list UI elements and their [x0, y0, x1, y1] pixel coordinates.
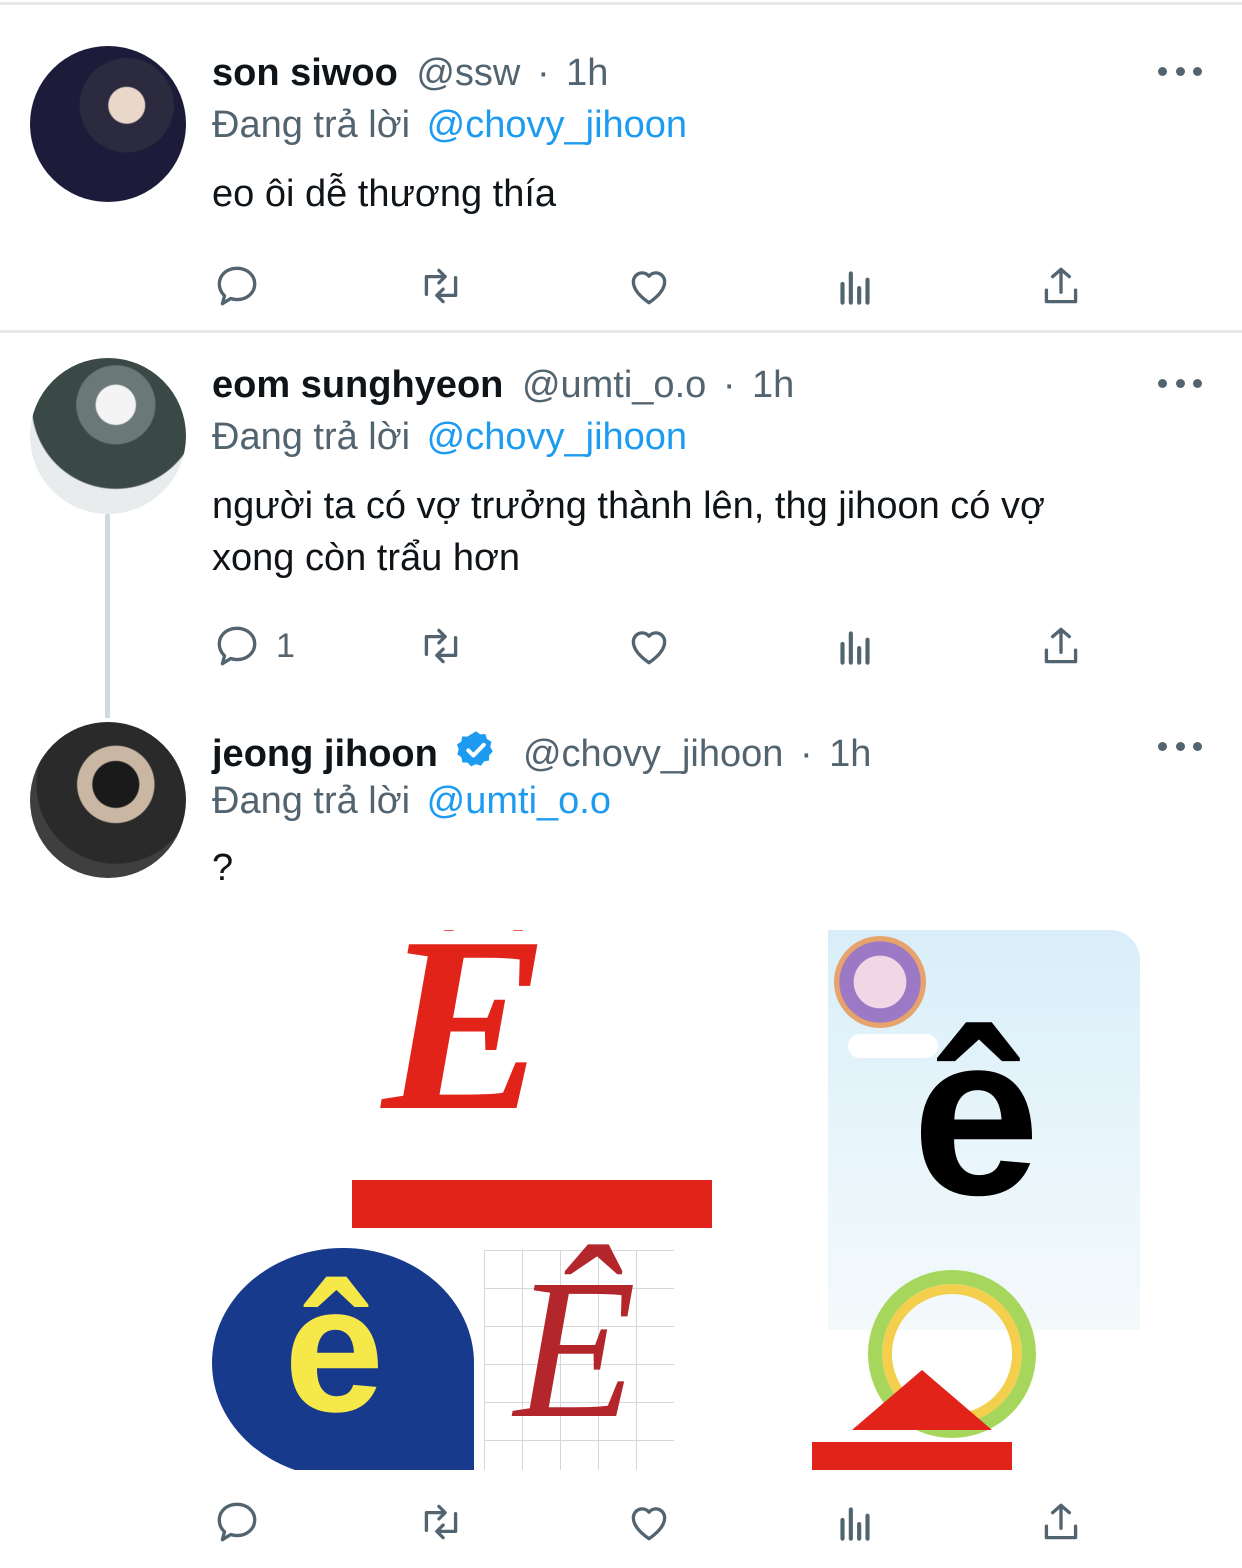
- tweet-text: ?: [212, 847, 234, 889]
- action-bar: 1: [0, 618, 1242, 674]
- display-name[interactable]: jeong jihoon: [212, 733, 438, 775]
- share-button[interactable]: [1036, 618, 1086, 674]
- reply-icon: [217, 1502, 257, 1542]
- replying-prefix: Đang trả lời: [212, 780, 411, 822]
- analytics-button[interactable]: [830, 258, 880, 314]
- avatar[interactable]: [30, 722, 186, 878]
- avatar[interactable]: [30, 46, 186, 202]
- analytics-button[interactable]: [830, 618, 880, 674]
- blue-bubble-tile: ê: [212, 1248, 474, 1470]
- share-button[interactable]: [1036, 1494, 1086, 1550]
- black-letter: ê: [912, 986, 1040, 1243]
- analytics-icon: [840, 631, 870, 665]
- tweet-text-line2: xong còn trẩu hơn: [212, 537, 521, 579]
- display-name[interactable]: son siwoo: [212, 52, 398, 94]
- red-italic-letter: Ê: [382, 930, 549, 1163]
- mention-link[interactable]: @chovy_jihoon: [427, 104, 687, 146]
- analytics-button[interactable]: [830, 1494, 880, 1550]
- user-handle[interactable]: @ssw: [416, 52, 520, 94]
- retweet-icon: [424, 628, 458, 664]
- thread-line: [105, 514, 110, 718]
- tweet-header: jeong jihoon @chovy_jihoon · 1h: [212, 728, 871, 777]
- mention-link[interactable]: @chovy_jihoon: [427, 416, 687, 458]
- timestamp[interactable]: 1h: [752, 364, 794, 406]
- tweet-text: eo ôi dễ thương thía: [212, 173, 557, 215]
- like-icon: [631, 271, 667, 305]
- separator: ·: [536, 52, 550, 94]
- retweet-button[interactable]: [416, 618, 466, 674]
- share-button[interactable]: [1036, 258, 1086, 314]
- retweet-button[interactable]: [416, 1494, 466, 1550]
- replying-prefix: Đang trả lời: [212, 104, 411, 146]
- more-icon[interactable]: [1158, 742, 1202, 754]
- reply-button[interactable]: [212, 258, 276, 314]
- like-icon: [631, 631, 667, 665]
- replying-to: Đang trả lời @umti_o.o: [212, 778, 611, 824]
- yellow-letter: ê: [284, 1249, 385, 1450]
- red-letter-tile: Ê: [322, 930, 722, 1240]
- verified-icon: [457, 731, 494, 767]
- tweet-media-image[interactable]: Ê ê ê Ê: [212, 930, 1140, 1470]
- tweet-header: son siwoo @ssw · 1h: [212, 50, 608, 96]
- replying-to: Đang trả lời @chovy_jihoon: [212, 102, 687, 148]
- like-button[interactable]: [624, 258, 674, 314]
- reply-count: 1: [276, 626, 295, 665]
- retweet-icon: [424, 1504, 458, 1540]
- share-icon: [1044, 267, 1078, 304]
- timestamp[interactable]: 1h: [829, 733, 871, 775]
- sky-letter-tile: ê: [828, 930, 1140, 1438]
- like-icon: [631, 1507, 667, 1541]
- tweet-divider: [0, 330, 1242, 333]
- analytics-icon: [840, 1507, 870, 1541]
- reply-icon: [217, 266, 257, 306]
- red-circumflex: [852, 1370, 992, 1430]
- timestamp[interactable]: 1h: [566, 52, 608, 94]
- script-letter: Ê: [514, 1239, 637, 1460]
- retweet-button[interactable]: [416, 258, 466, 314]
- tweet-header: eom sunghyeon @umti_o.o · 1h: [212, 362, 794, 408]
- reply-button[interactable]: 1: [212, 618, 295, 674]
- replying-prefix: Đang trả lời: [212, 416, 411, 458]
- display-name[interactable]: eom sunghyeon: [212, 364, 503, 406]
- mention-link[interactable]: @umti_o.o: [427, 780, 611, 822]
- avatar[interactable]: [30, 358, 186, 514]
- more-icon[interactable]: [1158, 67, 1202, 79]
- analytics-icon: [840, 271, 870, 305]
- user-handle[interactable]: @chovy_jihoon: [523, 733, 783, 775]
- share-icon: [1044, 1503, 1078, 1540]
- reply-button[interactable]: [212, 1494, 276, 1550]
- like-button[interactable]: [624, 1494, 674, 1550]
- more-icon[interactable]: [1158, 379, 1202, 391]
- share-icon: [1044, 627, 1078, 664]
- red-underline: [352, 1180, 712, 1228]
- like-button[interactable]: [624, 618, 674, 674]
- separator: ·: [799, 733, 813, 775]
- top-divider: [0, 2, 1242, 5]
- separator: ·: [722, 364, 736, 406]
- script-letter-tile: Ê: [484, 1240, 674, 1470]
- red-bar: [812, 1442, 1012, 1470]
- retweet-icon: [424, 268, 458, 304]
- action-bar: [0, 258, 1242, 314]
- reply-icon: [217, 626, 257, 666]
- replying-to: Đang trả lời @chovy_jihoon: [212, 414, 687, 460]
- tweet-text-line1: người ta có vợ trưởng thành lên, thg jih…: [212, 485, 1045, 527]
- action-bar: [0, 1494, 1242, 1550]
- user-handle[interactable]: @umti_o.o: [522, 364, 706, 406]
